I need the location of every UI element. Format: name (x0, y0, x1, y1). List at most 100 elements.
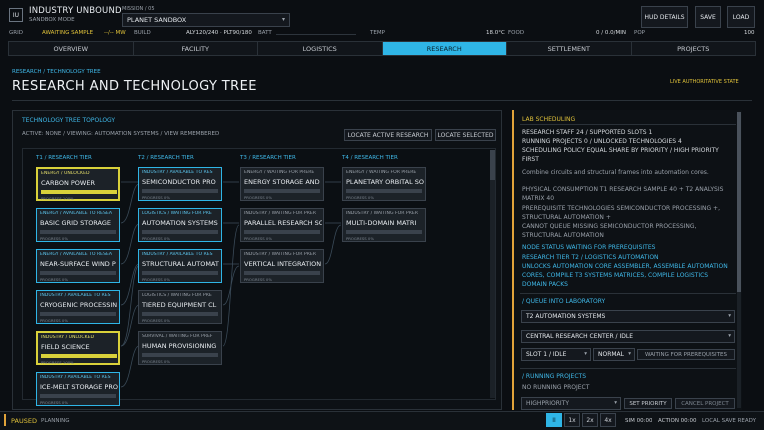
prerequisites: PREREQUISITE TECHNOLOGIES SEMICONDUCTOR … (522, 205, 720, 212)
unlocks-cont-2: DOMAIN PACKS (522, 281, 568, 288)
cancel-project-button[interactable]: CANCEL PROJECT (675, 398, 735, 409)
tech-card-progress-bar (142, 271, 218, 275)
queue-priority-select[interactable]: NORMAL ▾ (593, 348, 635, 361)
tech-card[interactable]: INDUSTRY / UNLOCKED FIELD SCIENCE PROGRESS… (36, 331, 120, 365)
tech-card-progress-bar (40, 230, 116, 234)
tree-scrollbar[interactable] (490, 150, 495, 398)
tech-card-progress: PROGRESS 0% (142, 195, 170, 200)
tech-card[interactable]: ENERGY / UNLOCKED CARBON POWER PROGRESS 10… (36, 167, 120, 201)
connector (324, 224, 342, 265)
tech-card-name: PLANETARY ORBITAL SO (346, 178, 424, 186)
queue-button[interactable]: WAITING FOR PREREQUISITES (637, 349, 735, 360)
tech-card[interactable]: INDUSTRY / WAITING FOR PRER MULTI-DOMAIN … (342, 208, 426, 242)
tech-card-name: CRYOGENIC PROCESSIN (40, 301, 118, 309)
tech-card-name: FIELD SCIENCE (41, 343, 90, 351)
queue-priority-value: NORMAL (598, 351, 625, 358)
speed-2x-button[interactable]: 2x (582, 413, 598, 427)
divider (520, 293, 736, 294)
tier-label-t3: T3 / RESEARCH TIER (240, 155, 296, 161)
grid-label: GRID (9, 30, 23, 36)
tech-card-status: LOGISTICS / WAITING FOR PRE (142, 293, 212, 298)
tech-card-progress-bar (142, 230, 218, 234)
tech-description: Combine circuits and structural frames i… (522, 169, 709, 176)
tech-card[interactable]: ENERGY / WAITING FOR PRERE PLANETARY ORBI… (342, 167, 426, 201)
locate-selected-button[interactable]: LOCATE SELECTED (435, 129, 496, 141)
connector (120, 223, 140, 265)
tech-card[interactable]: INDUSTRY / AVAILABLE TO RES SEMICONDUCTOR… (138, 167, 222, 201)
queue-lab-select[interactable]: CENTRAL RESEARCH CENTER / IDLE ▾ (521, 330, 735, 343)
tech-card[interactable]: LOGISTICS / WAITING FOR PRE TIERED EQUIPM… (138, 290, 222, 324)
mission-select[interactable]: PLANET SANDBOX ▾ (122, 13, 290, 27)
hud-details-button[interactable]: HUD DETAILS (641, 6, 688, 28)
action-clock: ACTION 00:00 (658, 418, 697, 424)
set-priority-button[interactable]: SET PRIORITY (624, 398, 672, 409)
tech-card[interactable]: ENERGY / AVAILABLE TO RESEA NEAR-SURFACE … (36, 249, 120, 283)
tech-card[interactable]: SURVIVAL / WAITING FOR PREF HUMAN PROVISI… (138, 331, 222, 365)
tech-card-status: INDUSTRY / WAITING FOR PRER (244, 252, 316, 257)
cannot-queue: CANNOT QUEUE MISSING SEMICONDUCTOR PROCE… (522, 223, 697, 230)
tech-card-progress: PROGRESS 0% (244, 236, 272, 241)
tech-card-progress-bar (244, 271, 320, 275)
tech-card[interactable]: INDUSTRY / WAITING FOR PRER PARALLEL RESE… (240, 208, 324, 242)
tech-card-name: ENERGY STORAGE AND (244, 178, 320, 186)
tab-research[interactable]: RESEARCH (382, 42, 507, 55)
tech-card-progress-fill (41, 354, 117, 358)
tech-card[interactable]: INDUSTRY / AVAILABLE TO RES STRUCTURAL AU… (138, 249, 222, 283)
queue-section-title: / QUEUE INTO LABORATORY (522, 298, 606, 305)
queue-slot-value: SLOT 1 / IDLE (526, 351, 567, 358)
tech-card-progress: PROGRESS 0% (142, 277, 170, 282)
tab-settlement[interactable]: SETTLEMENT (507, 42, 632, 55)
tech-card-progress: PROGRESS 0% (244, 277, 272, 282)
temp-label: TEMP (370, 30, 385, 36)
tech-card-status: ENERGY / WAITING FOR PRERE (346, 170, 417, 175)
tech-card[interactable]: ENERGY / WAITING FOR PRERE ENERGY STORAGE… (240, 167, 324, 201)
unlocks: UNLOCKS AUTOMATION CORE ASSEMBLER, ASSEM… (522, 263, 728, 270)
tech-card-name: SEMICONDUCTOR PRO (142, 178, 216, 186)
food-value: 0 / 0.0/MIN (596, 30, 626, 36)
tech-card[interactable]: ENERGY / AVAILABLE TO RESEA BASIC GRID ST… (36, 208, 120, 242)
build-label: BUILD (134, 30, 151, 36)
tech-card-name: NEAR-SURFACE WIND P (40, 260, 116, 268)
tree-scroll-thumb[interactable] (490, 150, 495, 180)
connector (120, 345, 140, 388)
lab-scroll-thumb[interactable] (737, 112, 741, 292)
tech-card-name: HUMAN PROVISIONING (142, 342, 217, 350)
tech-card[interactable]: LOGISTICS / WAITING FOR PRE AUTOMATION SY… (138, 208, 222, 242)
speed-1x-button[interactable]: 1x (564, 413, 580, 427)
speed-4x-button[interactable]: 4x (600, 413, 616, 427)
divider (12, 100, 752, 101)
tech-card-progress-bar (244, 230, 320, 234)
tech-card-progress-bar (40, 394, 116, 398)
save-button[interactable]: SAVE (695, 6, 721, 28)
tech-card-name: AUTOMATION SYSTEMS (142, 219, 218, 227)
tech-card-progress-bar (346, 189, 422, 193)
chevron-down-icon: ▾ (728, 313, 731, 319)
tech-card-progress-bar (40, 312, 116, 316)
tab-overview[interactable]: OVERVIEW (9, 42, 134, 55)
tech-card-progress: PROGRESS 100% (41, 360, 74, 365)
tech-card-progress: PROGRESS 0% (142, 236, 170, 241)
tech-card[interactable]: INDUSTRY / WAITING FOR PRER VERTICAL INTE… (240, 249, 324, 283)
connector (120, 265, 140, 347)
physical-consumption-cont: MATRIX 40 (522, 195, 555, 202)
tech-card-progress: PROGRESS 0% (40, 236, 68, 241)
priority-select[interactable]: HIGHPRIORITY ▾ (521, 397, 621, 410)
tech-card-progress-bar (142, 189, 218, 193)
queue-tech-select[interactable]: T2 AUTOMATION SYSTEMS ▾ (521, 310, 735, 323)
tab-facility[interactable]: FACILITY (134, 42, 258, 55)
load-button[interactable]: LOAD (727, 6, 755, 28)
main-tabs: OVERVIEW FACILITY LOGISTICS RESEARCH SET… (8, 41, 756, 56)
tree-view-meta: ACTIVE: NONE / VIEWING: AUTOMATION SYSTE… (22, 131, 220, 137)
tech-card-name: ICE-MELT STORAGE PRO (40, 383, 118, 391)
tech-card[interactable]: INDUSTRY / AVAILABLE TO RES CRYOGENIC PRO… (36, 290, 120, 324)
tech-card[interactable]: INDUSTRY / AVAILABLE TO RES ICE-MELT STOR… (36, 372, 120, 406)
tab-logistics[interactable]: LOGISTICS (258, 42, 383, 55)
tab-projects[interactable]: PROJECTS (632, 42, 756, 55)
pause-button[interactable]: II (546, 413, 562, 427)
tech-card-status: ENERGY / AVAILABLE TO RESEA (40, 252, 113, 257)
tech-card-status: SURVIVAL / WAITING FOR PREF (142, 334, 213, 339)
locate-active-research-button[interactable]: LOCATE ACTIVE RESEARCH (344, 129, 432, 141)
queue-lab-value: CENTRAL RESEARCH CENTER / IDLE (526, 333, 634, 340)
divider (520, 368, 736, 369)
queue-slot-select[interactable]: SLOT 1 / IDLE ▾ (521, 348, 591, 361)
